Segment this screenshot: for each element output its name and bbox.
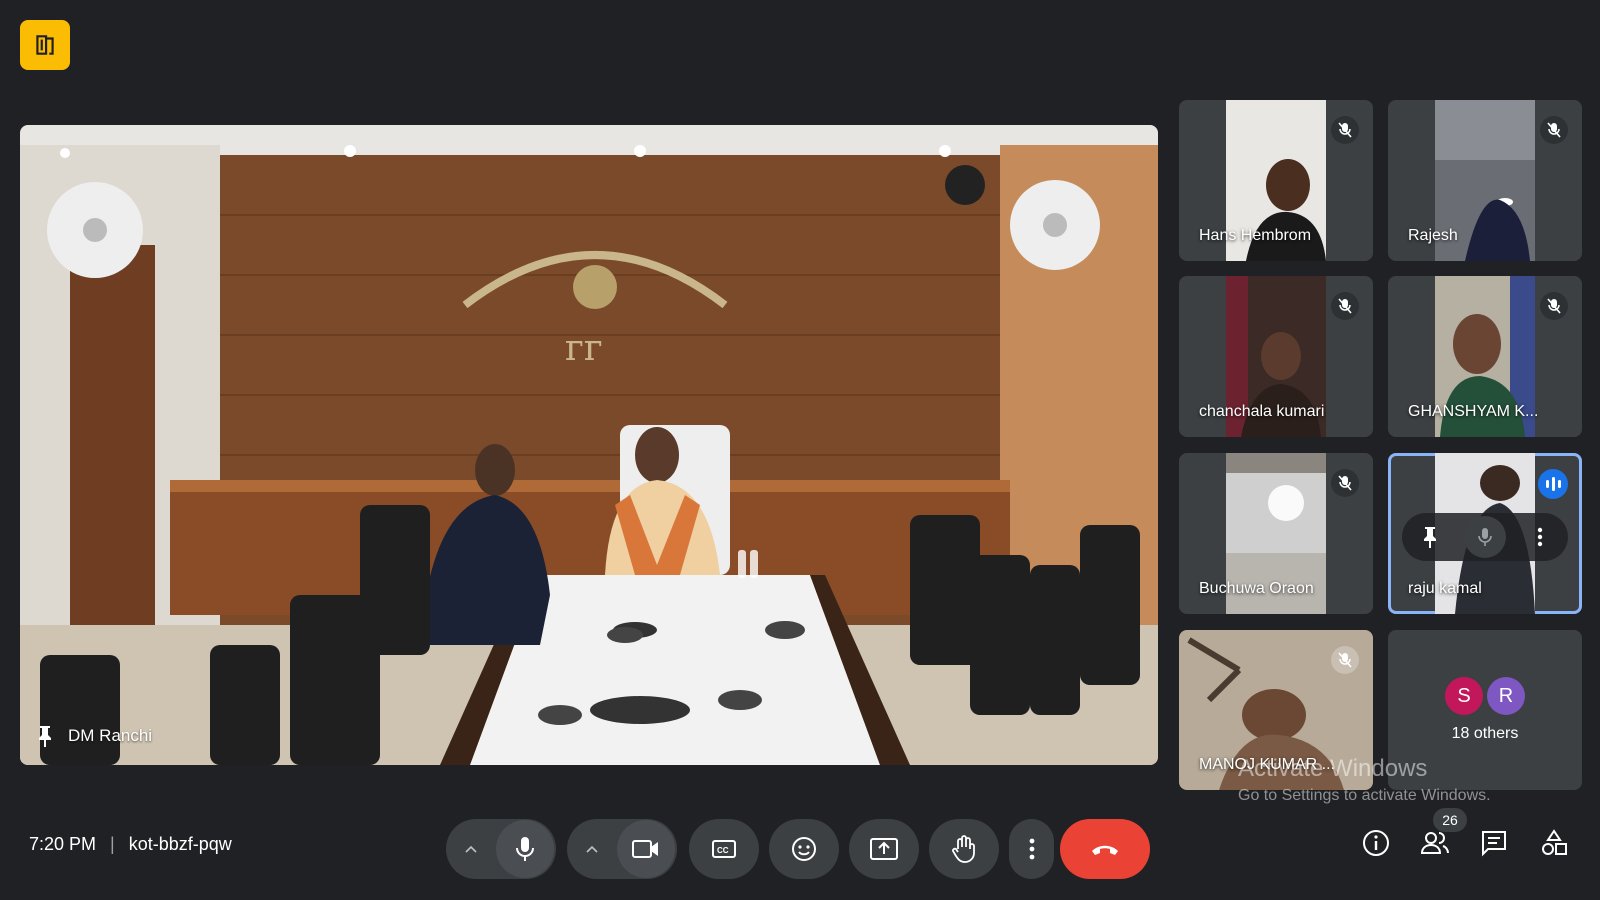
- raise-hand-icon: [952, 835, 975, 863]
- office-building-icon: [36, 35, 54, 55]
- mic-off-icon: [1331, 469, 1359, 497]
- mic-control-group: [446, 819, 556, 879]
- participant-tile-chanchala-kumari[interactable]: chanchala kumari: [1179, 276, 1373, 437]
- meeting-code: kot-bbzf-pqw: [128, 834, 232, 854]
- participant-name: raju kamal: [1408, 580, 1482, 597]
- participant-name: Hans Hembrom: [1199, 227, 1312, 244]
- activate-windows-watermark: Activate Windows Go to Settings to activ…: [1238, 755, 1491, 805]
- chevron-up-icon: [586, 845, 598, 853]
- participant-name: Rajesh: [1408, 227, 1458, 244]
- more-vert-icon: [1538, 527, 1543, 547]
- mic-off-icon: [1540, 116, 1568, 144]
- participant-tile-hans-hembrom[interactable]: Hans Hembrom: [1179, 100, 1373, 261]
- participant-tile-rajesh[interactable]: Rajesh: [1388, 100, 1582, 261]
- svg-text:CC: CC: [717, 846, 729, 855]
- microphone-icon: [516, 837, 534, 861]
- meeting-logo[interactable]: [20, 20, 70, 70]
- avatar: R: [1487, 677, 1525, 715]
- watermark-title: Activate Windows: [1238, 755, 1428, 782]
- main-speaker-label: DM Ranchi: [38, 725, 152, 747]
- chevron-up-icon: [465, 845, 477, 853]
- participant-tile-ghanshyam[interactable]: GHANSHYAM K...: [1388, 276, 1582, 437]
- others-count-label: 18 others: [1451, 725, 1519, 742]
- activities-button[interactable]: [1540, 829, 1568, 862]
- end-call-button[interactable]: [1060, 819, 1150, 879]
- others-avatars: S R: [1445, 677, 1525, 715]
- main-speaker-name: DM Ranchi: [68, 726, 153, 745]
- activities-icon: [1542, 829, 1567, 855]
- people-icon: [1420, 832, 1449, 854]
- mic-off-icon: [1331, 292, 1359, 320]
- svg-text:ᴦᴦ: ᴦᴦ: [565, 328, 603, 369]
- avatar: S: [1445, 677, 1483, 715]
- participant-tile-buchuwa-oraon[interactable]: Buchuwa Oraon: [1179, 453, 1373, 614]
- divider: |: [110, 834, 115, 854]
- pin-icon[interactable]: [38, 725, 52, 747]
- camera-icon: [632, 840, 658, 858]
- participant-name: GHANSHYAM K...: [1408, 403, 1539, 420]
- audio-settings-button[interactable]: [446, 819, 496, 879]
- participant-name: chanchala kumari: [1199, 403, 1325, 420]
- pin-icon: [1423, 527, 1436, 548]
- emoji-icon: [792, 837, 816, 861]
- present-button[interactable]: [849, 819, 919, 879]
- conference-room-scene: ᴦᴦ: [20, 125, 1158, 765]
- present-screen-icon: [870, 838, 898, 860]
- speaking-indicator-icon: [1538, 469, 1568, 499]
- participant-name: Buchuwa Oraon: [1199, 580, 1314, 597]
- meeting-details-button[interactable]: [1362, 829, 1390, 862]
- raise-hand-button[interactable]: [929, 819, 999, 879]
- mute-participant-button[interactable]: [1463, 516, 1506, 558]
- mic-off-icon: [1331, 646, 1359, 674]
- meeting-info: 7:20 PM | kot-bbzf-pqw: [29, 834, 232, 855]
- chat-button[interactable]: [1480, 829, 1508, 862]
- tile-hover-controls: [1402, 513, 1568, 561]
- camera-control-group: [567, 819, 677, 879]
- more-options-button[interactable]: [1009, 819, 1054, 879]
- captions-button[interactable]: CC: [689, 819, 759, 879]
- meeting-time: 7:20 PM: [29, 834, 97, 854]
- tile-more-options-button[interactable]: [1519, 516, 1561, 558]
- captions-icon: CC: [712, 840, 736, 858]
- watermark-subtitle: Go to Settings to activate Windows.: [1238, 787, 1491, 804]
- mic-off-icon: [1540, 292, 1568, 320]
- pin-tile-button[interactable]: [1409, 516, 1451, 558]
- video-settings-button[interactable]: [567, 819, 617, 879]
- mic-off-icon: [1331, 116, 1359, 144]
- people-button[interactable]: [1420, 829, 1450, 862]
- participant-tile-raju-kamal[interactable]: raju kamal: [1388, 453, 1582, 614]
- more-options-icon: [1029, 838, 1034, 860]
- camera-button[interactable]: [617, 820, 675, 878]
- end-call-icon: [1092, 845, 1118, 855]
- emoji-button[interactable]: [769, 819, 839, 879]
- chat-icon: [1482, 831, 1506, 857]
- info-icon: [1363, 830, 1389, 856]
- microphone-button[interactable]: [496, 820, 554, 878]
- main-video-feed[interactable]: ᴦᴦ DM Ranchi: [20, 125, 1158, 765]
- microphone-icon: [1478, 528, 1492, 546]
